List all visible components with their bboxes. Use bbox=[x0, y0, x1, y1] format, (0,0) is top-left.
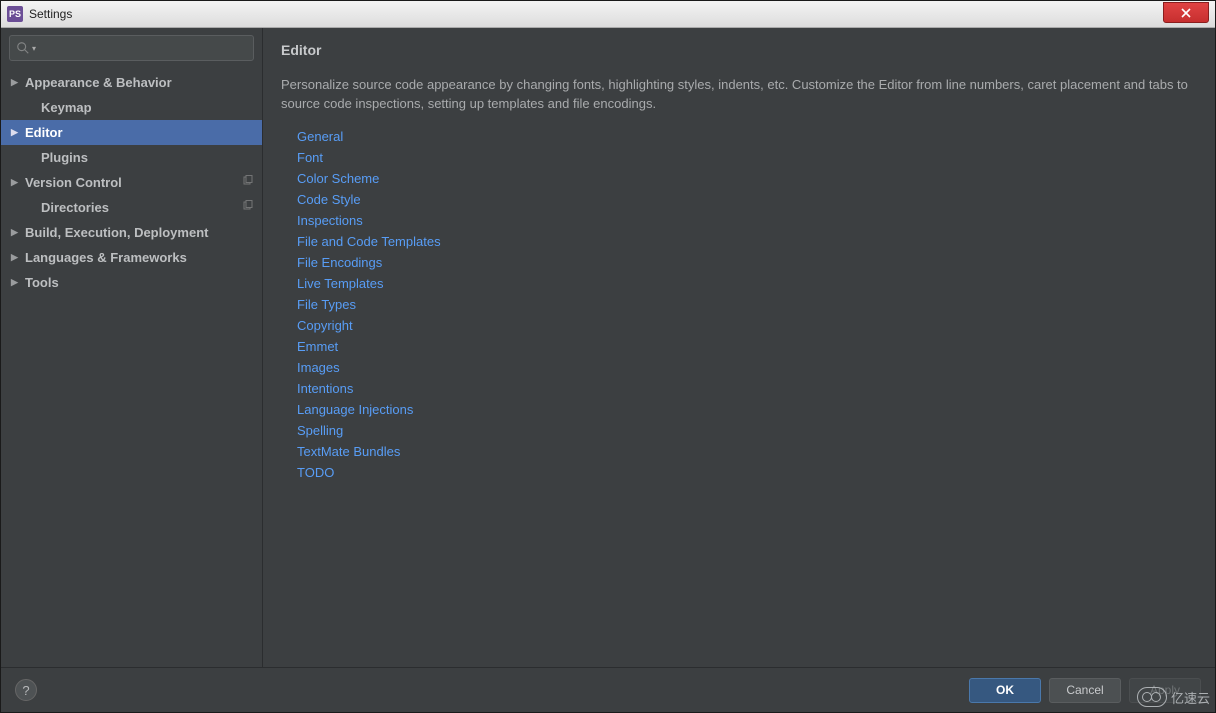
editor-link-language-injections[interactable]: Language Injections bbox=[297, 399, 1197, 420]
sidebar-item-label: Directories bbox=[41, 200, 109, 215]
editor-link-intentions[interactable]: Intentions bbox=[297, 378, 1197, 399]
dialog-footer: ? OK Cancel Apply bbox=[1, 667, 1215, 712]
editor-link-general[interactable]: General bbox=[297, 126, 1197, 147]
editor-subpage-links: GeneralFontColor SchemeCode StyleInspect… bbox=[281, 126, 1197, 483]
editor-link-font[interactable]: Font bbox=[297, 147, 1197, 168]
settings-window: PS Settings ▾ ▶ Appearance & Behavior Keym… bbox=[0, 0, 1216, 713]
editor-link-images[interactable]: Images bbox=[297, 357, 1197, 378]
sidebar-item-label: Version Control bbox=[25, 175, 122, 190]
sidebar-item-plugins[interactable]: Plugins bbox=[1, 145, 262, 170]
sidebar-item-label: Keymap bbox=[41, 100, 92, 115]
expand-arrow-icon[interactable]: ▶ bbox=[11, 177, 18, 188]
window-controls bbox=[1163, 5, 1215, 23]
editor-link-copyright[interactable]: Copyright bbox=[297, 315, 1197, 336]
app-icon: PS bbox=[7, 6, 23, 22]
search-dropdown-icon[interactable]: ▾ bbox=[32, 44, 36, 53]
sidebar-item-editor[interactable]: ▶ Editor bbox=[1, 120, 262, 145]
expand-arrow-icon[interactable]: ▶ bbox=[11, 252, 18, 263]
editor-link-code-style[interactable]: Code Style bbox=[297, 189, 1197, 210]
editor-link-live-templates[interactable]: Live Templates bbox=[297, 273, 1197, 294]
sidebar: ▾ ▶ Appearance & Behavior Keymap ▶ Editor Plu… bbox=[1, 28, 263, 667]
sidebar-item-build-execution-deployment[interactable]: ▶ Build, Execution, Deployment bbox=[1, 220, 262, 245]
sidebar-item-label: Build, Execution, Deployment bbox=[25, 225, 208, 240]
sidebar-item-label: Plugins bbox=[41, 150, 88, 165]
search-input[interactable] bbox=[40, 41, 247, 55]
expand-arrow-icon[interactable]: ▶ bbox=[11, 127, 18, 138]
body-area: ▾ ▶ Appearance & Behavior Keymap ▶ Editor Plu… bbox=[1, 28, 1215, 667]
search-icon bbox=[16, 41, 30, 55]
cancel-button[interactable]: Cancel bbox=[1049, 678, 1121, 703]
sidebar-item-version-control[interactable]: ▶ Version Control bbox=[1, 170, 262, 195]
window-title: Settings bbox=[29, 7, 72, 21]
content-panel: Editor Personalize source code appearanc… bbox=[263, 28, 1215, 667]
sidebar-item-languages-frameworks[interactable]: ▶ Languages & Frameworks bbox=[1, 245, 262, 270]
editor-link-textmate-bundles[interactable]: TextMate Bundles bbox=[297, 441, 1197, 462]
sidebar-item-label: Languages & Frameworks bbox=[25, 250, 187, 265]
sidebar-item-label: Editor bbox=[25, 125, 63, 140]
search-wrap: ▾ bbox=[1, 28, 262, 68]
editor-link-file-types[interactable]: File Types bbox=[297, 294, 1197, 315]
close-icon bbox=[1180, 8, 1192, 18]
sidebar-item-tools[interactable]: ▶ Tools bbox=[1, 270, 262, 295]
editor-link-inspections[interactable]: Inspections bbox=[297, 210, 1197, 231]
sidebar-item-directories[interactable]: Directories bbox=[1, 195, 262, 220]
close-button[interactable] bbox=[1163, 2, 1209, 23]
editor-link-file-encodings[interactable]: File Encodings bbox=[297, 252, 1197, 273]
apply-button[interactable]: Apply bbox=[1129, 678, 1201, 703]
editor-link-color-scheme[interactable]: Color Scheme bbox=[297, 168, 1197, 189]
editor-link-emmet[interactable]: Emmet bbox=[297, 336, 1197, 357]
sidebar-item-label: Appearance & Behavior bbox=[25, 75, 172, 90]
expand-arrow-icon[interactable]: ▶ bbox=[11, 227, 18, 238]
page-description: Personalize source code appearance by ch… bbox=[281, 76, 1197, 114]
editor-link-file-and-code-templates[interactable]: File and Code Templates bbox=[297, 231, 1197, 252]
sidebar-item-label: Tools bbox=[25, 275, 59, 290]
project-level-icon bbox=[242, 175, 254, 190]
expand-arrow-icon[interactable]: ▶ bbox=[11, 77, 18, 88]
help-button[interactable]: ? bbox=[15, 679, 37, 701]
sidebar-item-keymap[interactable]: Keymap bbox=[1, 95, 262, 120]
editor-link-todo[interactable]: TODO bbox=[297, 462, 1197, 483]
page-title: Editor bbox=[281, 42, 1197, 58]
expand-arrow-icon[interactable]: ▶ bbox=[11, 277, 18, 288]
titlebar: PS Settings bbox=[1, 1, 1215, 28]
settings-tree: ▶ Appearance & Behavior Keymap ▶ Editor Plugi… bbox=[1, 68, 262, 667]
editor-link-spelling[interactable]: Spelling bbox=[297, 420, 1197, 441]
search-box[interactable]: ▾ bbox=[9, 35, 254, 61]
ok-button[interactable]: OK bbox=[969, 678, 1041, 703]
sidebar-item-appearance-behavior[interactable]: ▶ Appearance & Behavior bbox=[1, 70, 262, 95]
project-level-icon bbox=[242, 200, 254, 215]
